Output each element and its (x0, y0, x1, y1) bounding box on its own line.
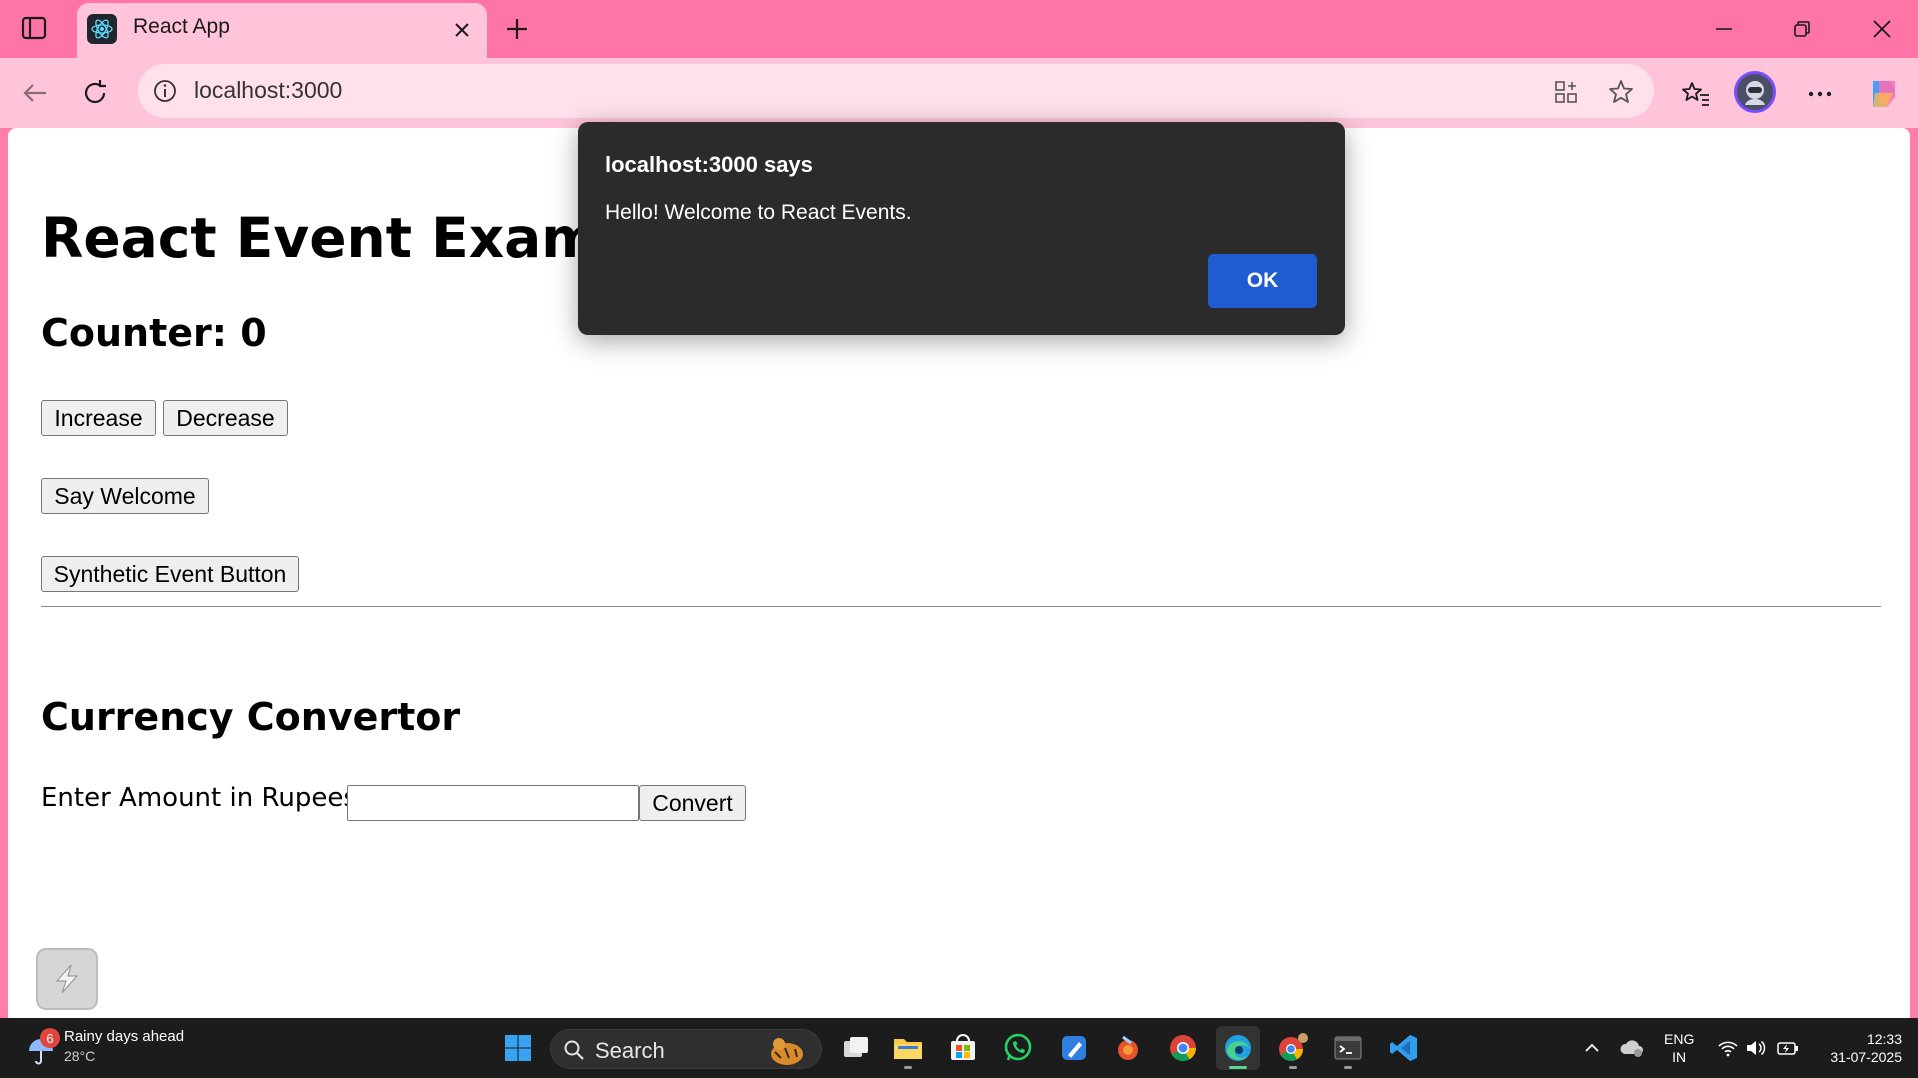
favorites-icon[interactable] (1674, 72, 1718, 116)
file-explorer-icon[interactable] (886, 1026, 930, 1070)
terminal-icon[interactable] (1326, 1026, 1370, 1070)
ok-button[interactable]: OK (1208, 254, 1317, 308)
weather-temp: 28°C (64, 1048, 96, 1064)
minimize-icon[interactable] (1696, 8, 1752, 50)
profile-avatar[interactable] (1734, 71, 1776, 113)
task-view-icon[interactable] (834, 1026, 878, 1070)
react-logo-icon (87, 14, 117, 44)
volume-icon[interactable] (1742, 1034, 1770, 1062)
search-icon (564, 1040, 584, 1060)
decrease-button[interactable]: Decrease (163, 400, 288, 436)
red-app-icon[interactable] (1106, 1026, 1150, 1070)
dialog-title: localhost:3000 says (605, 152, 813, 177)
weather-widget[interactable]: 6 Rainy days ahead 28°C (22, 1026, 202, 1070)
whatsapp-icon[interactable] (996, 1026, 1040, 1070)
battery-icon[interactable] (1774, 1034, 1802, 1062)
chrome-icon[interactable] (1161, 1026, 1205, 1070)
browser-toolbar: localhost:3000 (0, 58, 1918, 128)
divider (41, 606, 1881, 607)
clock-time: 12:33 (1866, 1031, 1902, 1047)
running-indicator (1229, 1066, 1247, 1069)
new-tab-icon[interactable] (497, 9, 537, 49)
refresh-icon[interactable] (74, 72, 116, 114)
amount-label: Enter Amount in Rupees: (41, 783, 366, 813)
wifi-icon[interactable] (1714, 1034, 1742, 1062)
back-arrow-icon[interactable] (14, 72, 56, 114)
taskbar-search[interactable]: Search (550, 1029, 822, 1069)
microsoft-store-icon[interactable] (941, 1026, 985, 1070)
copilot-icon[interactable] (1862, 72, 1906, 116)
tab-bar: React App (0, 0, 1918, 58)
synthetic-event-button[interactable]: Synthetic Event Button (41, 556, 299, 592)
url-text[interactable]: localhost:3000 (194, 77, 342, 104)
taskbar: 6 Rainy days ahead 28°C Search ENG IN 12… (0, 1018, 1918, 1078)
running-indicator (1289, 1066, 1297, 1069)
increase-button[interactable]: Increase (41, 400, 156, 436)
say-welcome-button[interactable]: Say Welcome (41, 478, 209, 514)
app-install-icon[interactable] (1548, 74, 1584, 110)
chrome-profile-icon[interactable] (1271, 1026, 1315, 1070)
tab-react-app[interactable]: React App (77, 3, 487, 58)
convert-button[interactable]: Convert (639, 785, 746, 821)
pen-app-icon[interactable] (1052, 1026, 1096, 1070)
running-indicator (1344, 1066, 1352, 1069)
onedrive-cloud-icon[interactable] (1618, 1034, 1646, 1062)
dialog-message: Hello! Welcome to React Events. (605, 201, 912, 224)
region-code: IN (1672, 1049, 1687, 1065)
windows-start-icon[interactable] (496, 1026, 540, 1070)
currency-heading: Currency Convertor (41, 695, 461, 739)
weather-badge: 6 (40, 1028, 60, 1048)
tab-title: React App (133, 15, 230, 38)
amount-input[interactable] (347, 785, 639, 821)
alert-dialog: localhost:3000 says Hello! Welcome to Re… (578, 122, 1345, 335)
counter-heading: Counter: 0 (41, 311, 267, 355)
system-clock[interactable]: 12:33 31-07-2025 (1816, 1030, 1902, 1066)
more-options-icon[interactable] (1798, 72, 1842, 116)
clock-date: 31-07-2025 (1830, 1049, 1902, 1065)
close-window-icon[interactable] (1854, 8, 1910, 50)
extension-launcher-icon[interactable] (36, 948, 98, 1010)
sidebar-toggle-icon[interactable] (14, 10, 54, 46)
close-tab-icon[interactable] (447, 15, 477, 45)
edge-icon[interactable] (1216, 1026, 1260, 1070)
vscode-icon[interactable] (1382, 1026, 1426, 1070)
tiger-search-highlight-icon (771, 1038, 803, 1065)
weather-text: Rainy days ahead (64, 1028, 185, 1045)
search-label: Search (595, 1038, 665, 1063)
running-indicator (904, 1066, 912, 1069)
restore-icon[interactable] (1774, 8, 1830, 50)
language-code: ENG (1664, 1031, 1695, 1047)
chevron-up-icon[interactable] (1578, 1034, 1606, 1062)
language-indicator[interactable]: ENG IN (1664, 1030, 1694, 1066)
site-info-icon[interactable] (150, 76, 180, 106)
address-bar[interactable]: localhost:3000 (138, 64, 1654, 118)
favorite-star-icon[interactable] (1603, 74, 1639, 110)
